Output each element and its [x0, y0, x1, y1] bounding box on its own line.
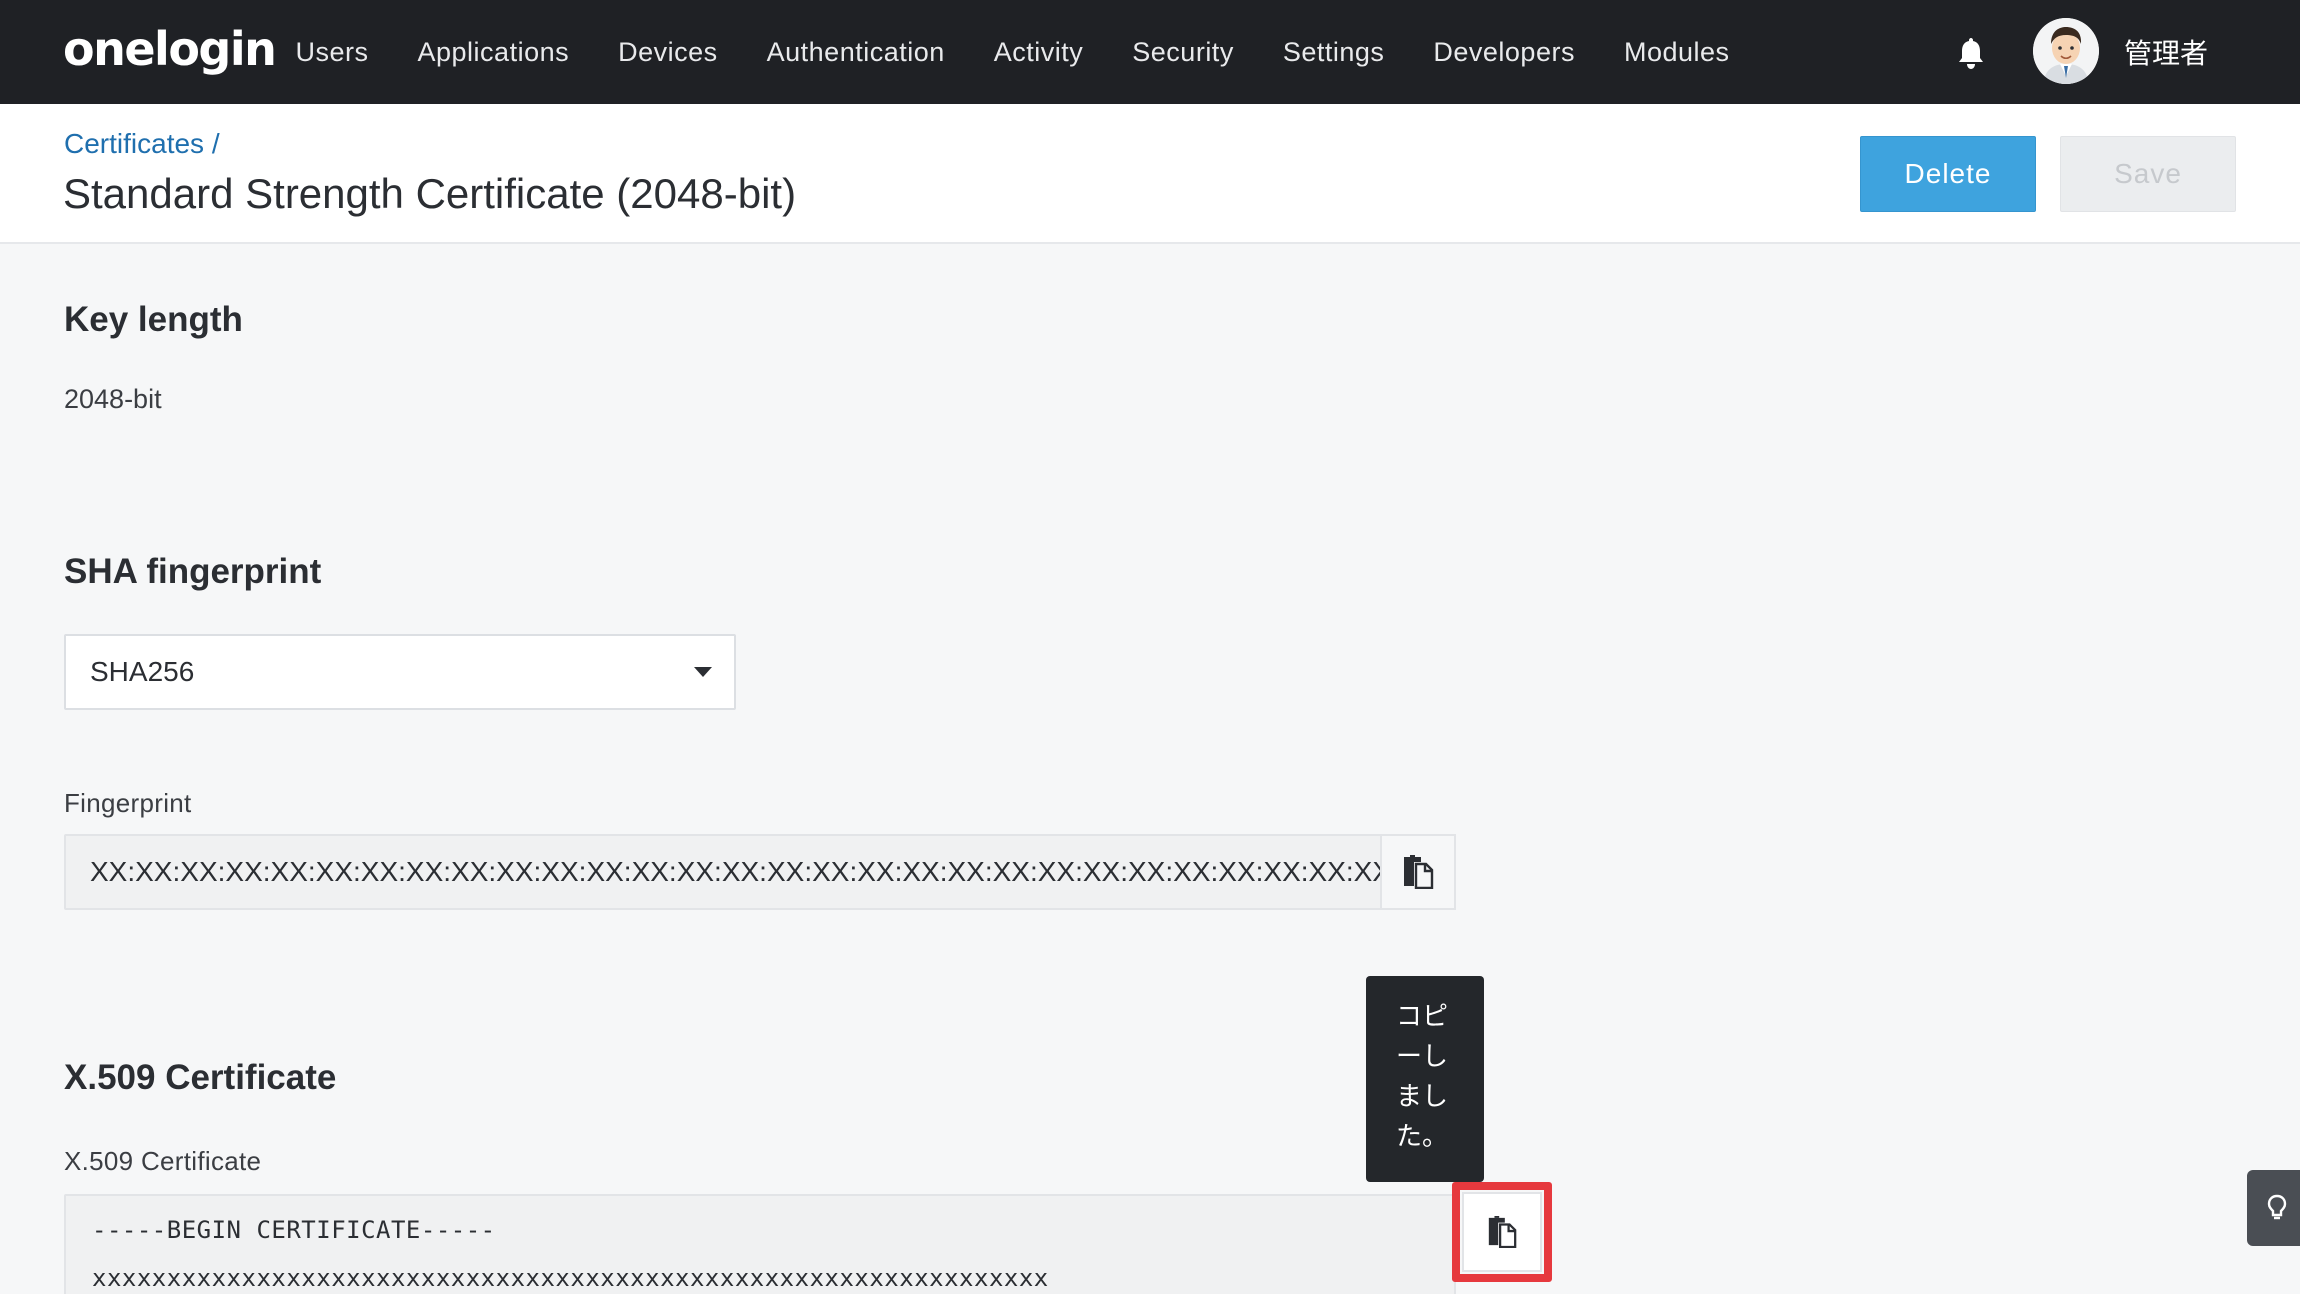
clipboard-icon [1488, 1216, 1517, 1248]
help-hint-button[interactable] [2247, 1170, 2300, 1246]
nav-item-modules[interactable]: Modules [1599, 37, 1754, 68]
nav-item-security[interactable]: Security [1108, 37, 1259, 68]
clipboard-icon [1404, 855, 1434, 889]
fingerprint-copy-button[interactable] [1380, 834, 1456, 910]
save-button[interactable]: Save [2060, 136, 2236, 212]
onelogin-logo[interactable]: onelogin [63, 22, 277, 76]
certificate-copy-button[interactable] [1462, 1192, 1542, 1272]
fingerprint-label: Fingerprint [64, 788, 192, 818]
lightbulb-icon [2267, 1194, 2287, 1220]
nav-item-authentication[interactable]: Authentication [742, 37, 969, 68]
x509-certificate-field[interactable]: -----BEGIN CERTIFICATE----- xxxxxxxxxxxx… [64, 1194, 1456, 1294]
tooltip-line: コピ [1396, 1001, 1449, 1031]
page-title: Standard Strength Certificate (2048-bit) [63, 170, 797, 217]
top-navigation: onelogin Users Applications Devices Auth… [0, 0, 2300, 104]
breadcrumb-certificates[interactable]: Certificates / [64, 128, 220, 160]
nav-item-developers[interactable]: Developers [1409, 37, 1600, 68]
bell-icon[interactable] [1955, 36, 1987, 70]
fingerprint-value: XX:XX:XX:XX:XX:XX:XX:XX:XX:XX:XX:XX:XX:X… [90, 856, 1420, 887]
caret-down-icon [694, 667, 712, 677]
tooltip-line: た。 [1396, 1121, 1449, 1151]
nav-item-users[interactable]: Users [271, 37, 393, 68]
page-header: Certificates / Standard Strength Certifi… [0, 104, 2300, 244]
key-length-value: 2048-bit [64, 384, 162, 414]
nav-item-applications[interactable]: Applications [393, 37, 594, 68]
main-nav: Users Applications Devices Authenticatio… [271, 0, 1754, 104]
nav-item-devices[interactable]: Devices [594, 37, 743, 68]
certificate-begin-line: -----BEGIN CERTIFICATE----- [92, 1216, 496, 1244]
tooltip-line: まし [1396, 1081, 1449, 1111]
x509-heading: X.509 Certificate [64, 1058, 337, 1097]
copied-tooltip: コピ ーし まし た。 [1366, 976, 1484, 1182]
x509-label: X.509 Certificate [64, 1146, 262, 1176]
username-label[interactable]: 管理者 [2124, 32, 2208, 72]
fingerprint-field[interactable]: XX:XX:XX:XX:XX:XX:XX:XX:XX:XX:XX:XX:XX:X… [64, 834, 1456, 910]
delete-button[interactable]: Delete [1860, 136, 2036, 212]
sha-algorithm-select[interactable]: SHA256 [64, 634, 736, 710]
sha-fingerprint-heading: SHA fingerprint [64, 552, 322, 591]
tooltip-line: ーし [1396, 1041, 1449, 1071]
key-length-heading: Key length [64, 300, 243, 339]
certificate-body-line: xxxxxxxxxxxxxxxxxxxxxxxxxxxxxxxxxxxxxxxx… [92, 1264, 1049, 1292]
nav-item-settings[interactable]: Settings [1258, 37, 1409, 68]
sha-algorithm-value: SHA256 [90, 656, 195, 687]
nav-item-activity[interactable]: Activity [969, 37, 1108, 68]
user-avatar[interactable] [2033, 18, 2099, 84]
